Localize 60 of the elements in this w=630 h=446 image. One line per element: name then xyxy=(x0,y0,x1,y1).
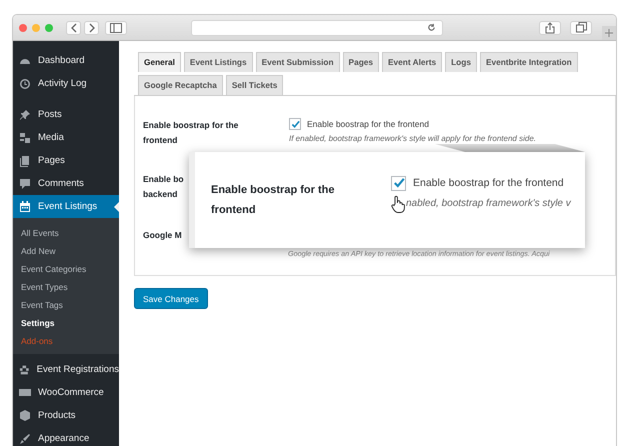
checkbox-label: Enable boostrap for the frontend xyxy=(307,119,429,129)
tabs-icon xyxy=(576,22,586,33)
sidebar-item[interactable]: Activity Log xyxy=(13,72,119,95)
save-changes-button[interactable]: Save Changes xyxy=(134,288,208,309)
close-button[interactable] xyxy=(19,24,27,32)
sidebar-toggle-button[interactable] xyxy=(105,20,127,34)
setting-label: backend xyxy=(143,188,178,201)
sidebar-item[interactable]: Event Registrations xyxy=(13,358,119,381)
sidebar-icon xyxy=(110,22,122,32)
back-icon xyxy=(70,22,78,32)
sidebar-item[interactable]: Products xyxy=(13,404,119,427)
hand-cursor-icon xyxy=(391,194,405,212)
sidebar-item[interactable]: Appearance xyxy=(13,427,119,446)
forward-icon xyxy=(88,22,96,32)
share-button[interactable] xyxy=(539,20,561,34)
brush-icon xyxy=(19,432,31,444)
settings-tab[interactable]: Event Alerts xyxy=(382,52,442,72)
setting-label: Enable boostrap for the frontend xyxy=(211,183,336,218)
submenu-item[interactable]: All Events xyxy=(13,224,119,242)
checkbox-label: Enable boostrap for the frontend xyxy=(413,177,564,189)
comment-icon xyxy=(19,178,31,190)
sidebar-item[interactable]: Posts xyxy=(13,103,119,126)
sidebar-item[interactable]: Pages xyxy=(13,149,119,172)
submenu-item[interactable]: Event Types xyxy=(13,278,119,296)
sidebar-item[interactable]: Dashboard xyxy=(13,49,119,72)
clock-icon xyxy=(19,78,31,90)
calendar-icon xyxy=(19,200,31,212)
settings-tab[interactable]: Logs xyxy=(445,52,477,72)
settings-tab[interactable]: Eventbrite Integration xyxy=(480,52,578,72)
reload-icon[interactable] xyxy=(427,23,436,32)
sidebar-item[interactable]: WooCommerce xyxy=(13,381,119,404)
settings-tab[interactable]: Event Submission xyxy=(256,52,340,72)
setting-label: Enable boostrap for the frontend xyxy=(143,119,240,147)
new-tab-icon[interactable] xyxy=(602,26,616,40)
share-icon xyxy=(545,22,555,34)
box-icon xyxy=(19,410,31,422)
pin-icon xyxy=(19,108,31,120)
tabs-button[interactable] xyxy=(570,20,592,34)
setting-label: Google M xyxy=(143,229,182,242)
media-icon xyxy=(19,132,31,144)
settings-tab[interactable]: Pages xyxy=(342,52,379,72)
settings-tab[interactable]: Google Recaptcha xyxy=(138,75,223,95)
setting-label: Enable bo xyxy=(143,173,184,186)
settings-tab[interactable]: Sell Tickets xyxy=(226,75,284,95)
checkbox[interactable] xyxy=(391,176,406,190)
submenu-item[interactable]: Event Categories xyxy=(13,260,119,278)
setting-description: If enabled, bootstrap framework's style will apply for the frontend side. xyxy=(289,134,536,143)
submenu-item[interactable]: Settings xyxy=(13,314,119,332)
pages-icon xyxy=(19,154,31,166)
submenu-item[interactable]: Add New xyxy=(13,242,119,260)
sidebar-item[interactable]: Event Listings xyxy=(13,195,119,218)
forward-button[interactable] xyxy=(84,20,99,34)
settings-tab[interactable]: Event Listings xyxy=(184,52,253,72)
back-button[interactable] xyxy=(66,20,81,34)
submenu-item[interactable]: Event Tags xyxy=(13,296,119,314)
sidebar-item[interactable]: Media xyxy=(13,126,119,149)
settings-tab[interactable]: General xyxy=(138,52,181,72)
checkbox[interactable] xyxy=(289,118,301,130)
setting-description: nabled, bootstrap framework's style v xyxy=(406,198,571,209)
sidebar-item[interactable]: Comments xyxy=(13,172,119,195)
